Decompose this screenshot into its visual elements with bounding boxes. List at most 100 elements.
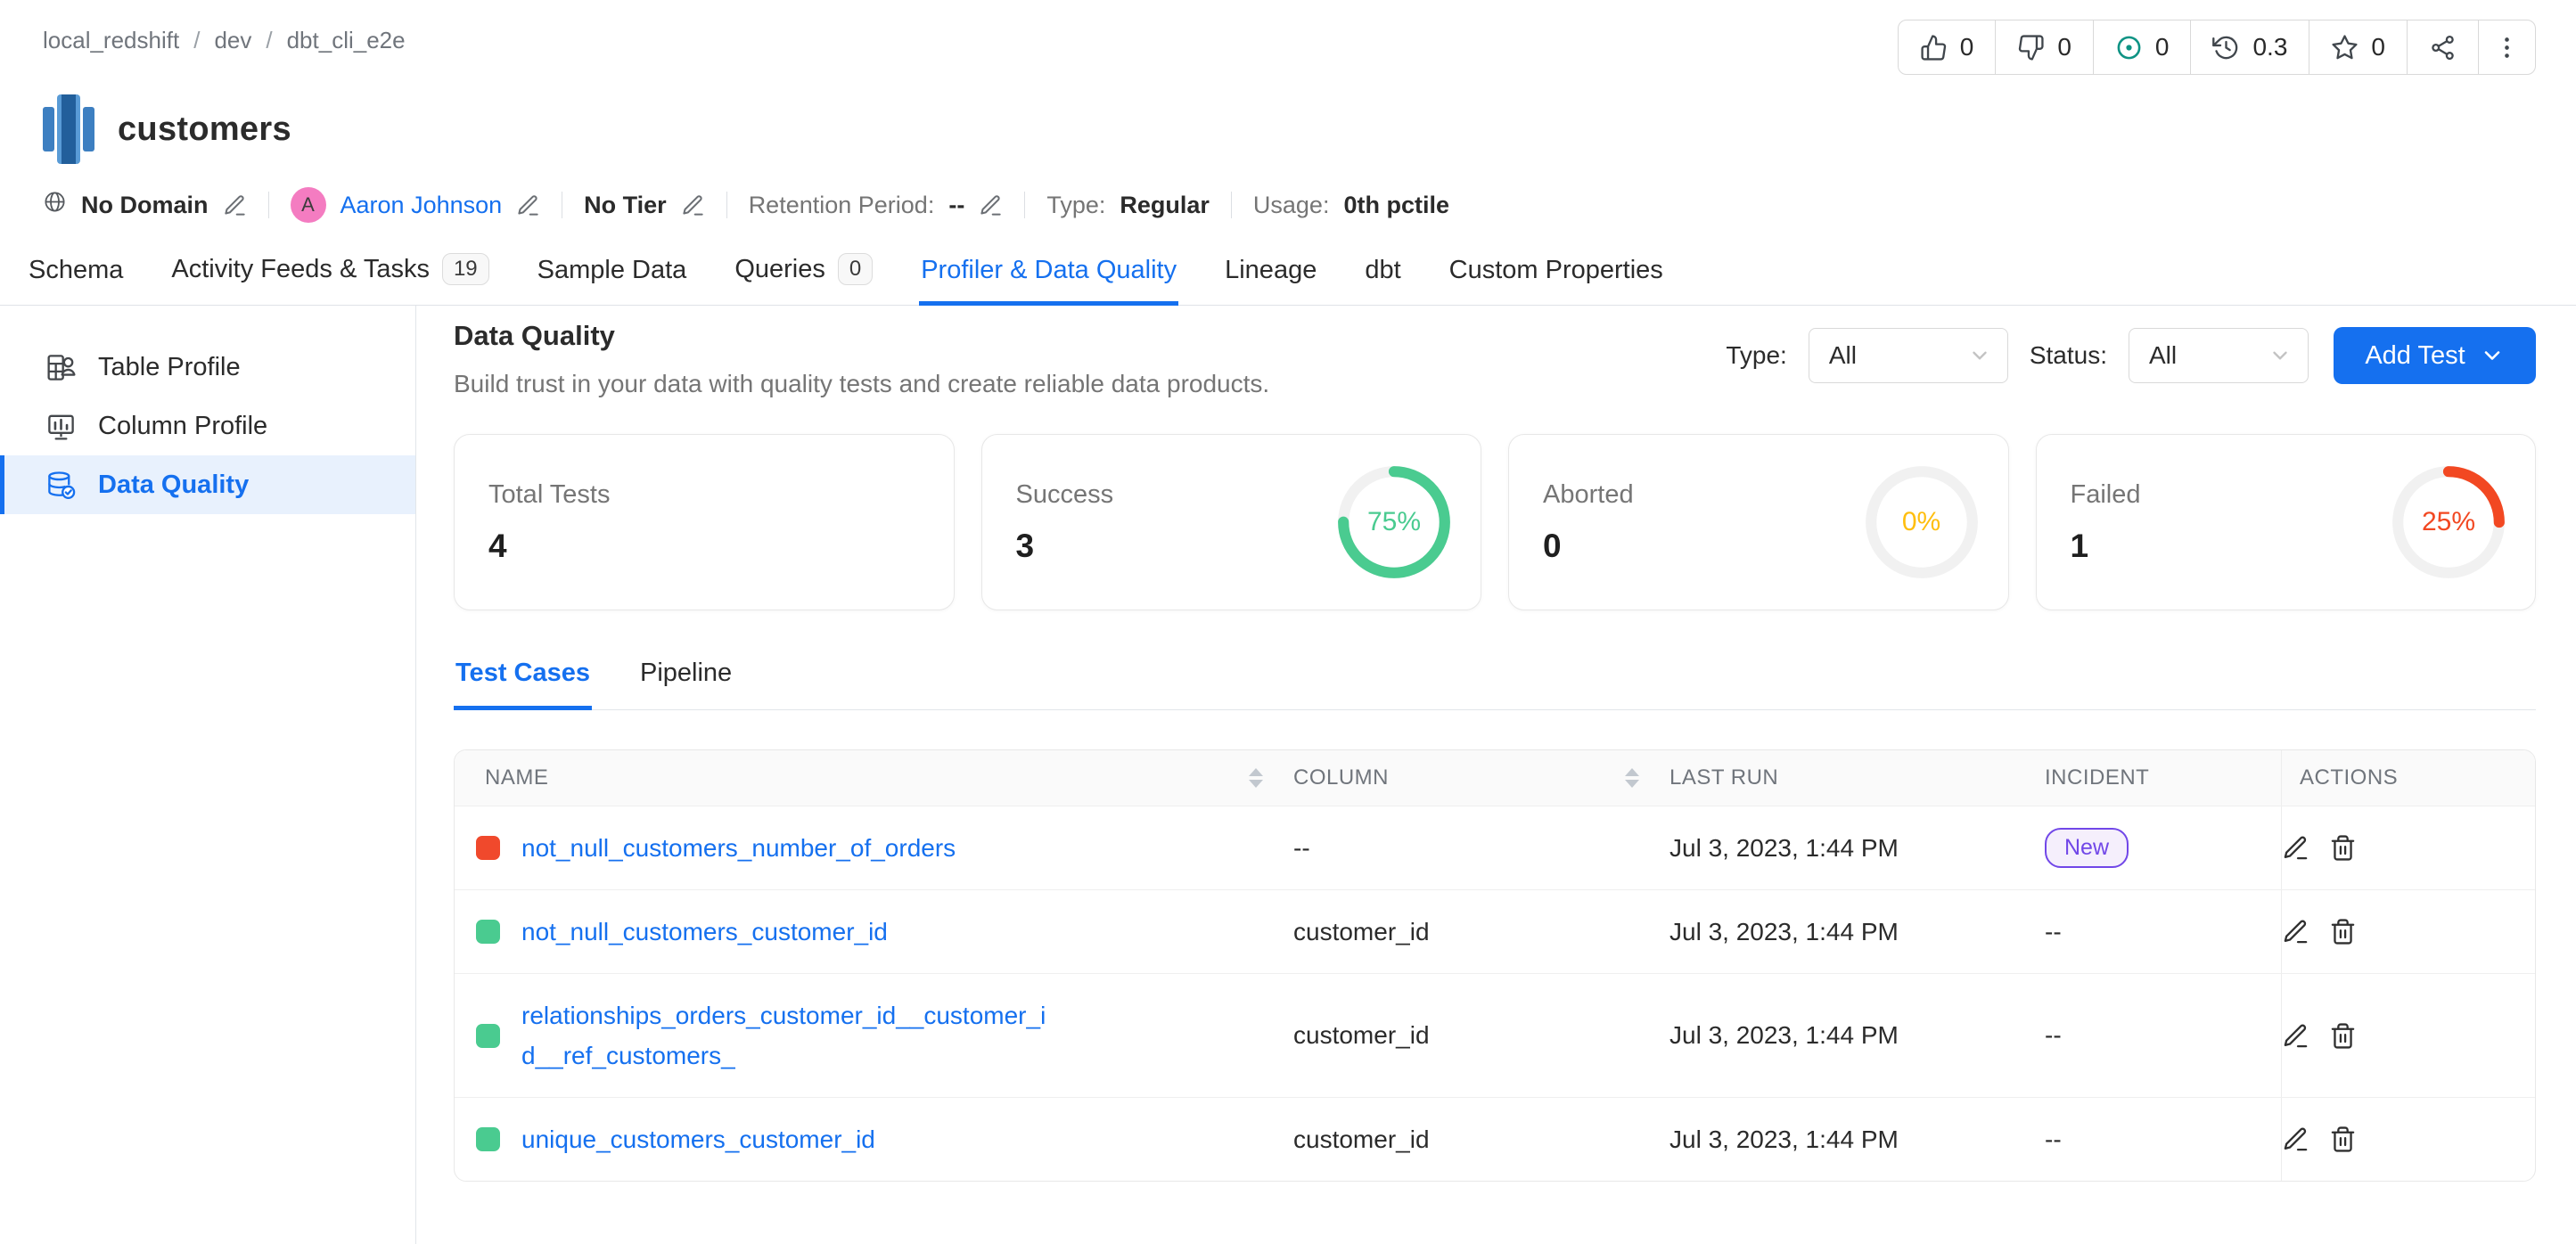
data-quality-panel: Data Quality Build trust in your data wi…	[416, 306, 2576, 1244]
delete-test-button[interactable]	[2329, 1022, 2357, 1050]
edit-test-button[interactable]	[2282, 1125, 2309, 1153]
edit-tier-button[interactable]	[681, 193, 705, 217]
column-header-column[interactable]: COLUMN	[1293, 750, 1669, 806]
retention-label: Retention Period:	[749, 192, 935, 219]
pencil-icon	[2282, 834, 2309, 862]
incident-new-badge[interactable]: New	[2045, 828, 2129, 868]
edit-retention-button[interactable]	[979, 193, 1003, 217]
sidebar-item-column-profile[interactable]: Column Profile	[0, 397, 415, 455]
trash-icon	[2329, 918, 2357, 945]
column-cell: customer_id	[1293, 1104, 1669, 1175]
sidebar-item-table-profile[interactable]: Table Profile	[0, 338, 415, 397]
edit-test-button[interactable]	[2282, 918, 2309, 945]
more-options-button[interactable]	[2478, 20, 2535, 74]
edit-test-button[interactable]	[2282, 834, 2309, 862]
pencil-icon	[516, 193, 540, 217]
test-case-link[interactable]: not_null_customers_number_of_orders	[521, 828, 956, 868]
table-body: not_null_customers_number_of_orders -- J…	[455, 806, 2535, 1181]
sidebar-item-data-quality[interactable]: Data Quality	[0, 455, 415, 514]
tab-queries[interactable]: Queries 0	[733, 246, 874, 305]
delete-test-button[interactable]	[2329, 918, 2357, 945]
panel-description: Build trust in your data with quality te…	[454, 366, 1269, 402]
kebab-menu-icon	[2493, 34, 2521, 61]
tab-dbt[interactable]: dbt	[1363, 249, 1402, 305]
incident-cell: --	[2045, 1000, 2281, 1071]
aborted-progress-ring: 0%	[1860, 461, 1983, 584]
card-label: Total Tests	[488, 480, 920, 510]
type-value: Regular	[1120, 192, 1210, 219]
breadcrumb-separator: /	[266, 27, 272, 54]
version-history-button[interactable]: 0.3	[2190, 20, 2309, 74]
column-profile-icon	[45, 411, 77, 442]
test-case-link[interactable]: not_null_customers_customer_id	[521, 912, 888, 952]
tab-schema[interactable]: Schema	[27, 249, 125, 305]
downvote-button[interactable]: 0	[1995, 20, 2093, 74]
column-header-label: LAST RUN	[1669, 765, 1778, 790]
breadcrumb-schema-link[interactable]: dbt_cli_e2e	[287, 27, 406, 54]
table-row: not_null_customers_number_of_orders -- J…	[455, 806, 2535, 889]
downvote-count: 0	[2057, 33, 2071, 61]
tab-test-cases[interactable]: Test Cases	[454, 653, 592, 709]
domain-section: No Domain	[43, 190, 247, 220]
tab-activity-feeds[interactable]: Activity Feeds & Tasks 19	[169, 246, 490, 305]
card-value: 4	[488, 528, 920, 565]
tab-lineage[interactable]: Lineage	[1223, 249, 1318, 305]
delete-test-button[interactable]	[2329, 1125, 2357, 1153]
ring-percent-label: 25%	[2387, 461, 2510, 584]
upvote-button[interactable]: 0	[1899, 20, 1996, 74]
test-case-link[interactable]: unique_customers_customer_id	[521, 1119, 875, 1159]
share-button[interactable]	[2407, 20, 2478, 74]
owner-link[interactable]: Aaron Johnson	[340, 192, 503, 219]
tab-label: Schema	[29, 256, 123, 285]
follow-star-button[interactable]: 0	[2309, 20, 2407, 74]
row-actions	[2282, 918, 2357, 945]
aborted-card: Aborted 0 0%	[1508, 434, 2009, 610]
profiler-sidebar: Table Profile Column Profile Data Qualit…	[0, 306, 416, 1244]
column-header-name[interactable]: NAME	[455, 750, 1293, 806]
tasks-button[interactable]: 0	[2093, 20, 2191, 74]
panel-heading-block: Data Quality Build trust in your data wi…	[454, 320, 1269, 402]
pencil-icon	[2282, 918, 2309, 945]
delete-test-button[interactable]	[2329, 834, 2357, 862]
edit-test-button[interactable]	[2282, 1022, 2309, 1050]
sort-icon	[1249, 768, 1263, 788]
chevron-down-icon	[1968, 344, 1991, 367]
row-actions	[2282, 1125, 2357, 1153]
add-test-button[interactable]: Add Test	[2334, 327, 2536, 384]
row-actions	[2282, 834, 2357, 862]
owner-avatar: A	[291, 187, 326, 223]
breadcrumb: local_redshift / dev / dbt_cli_e2e	[43, 27, 406, 54]
last-run-cell: Jul 3, 2023, 1:44 PM	[1669, 896, 2045, 968]
column-header-incident: INCIDENT	[2045, 750, 2281, 806]
task-target-icon	[2115, 34, 2143, 61]
sort-icon	[1625, 768, 1639, 788]
app-window: local_redshift / dev / dbt_cli_e2e 0 0 0	[0, 0, 2576, 1244]
follower-count: 0	[2371, 33, 2385, 61]
test-case-link[interactable]: relationships_orders_customer_id__custom…	[521, 995, 1056, 1076]
type-filter-select[interactable]: All	[1809, 328, 2008, 383]
tab-sample-data[interactable]: Sample Data	[536, 249, 689, 305]
tab-label: Queries	[734, 255, 825, 284]
table-row: relationships_orders_customer_id__custom…	[455, 973, 2535, 1097]
breadcrumb-database-link[interactable]: dev	[214, 27, 251, 54]
tab-custom-properties[interactable]: Custom Properties	[1448, 249, 1665, 305]
tab-count-badge: 19	[442, 253, 489, 285]
tab-pipeline[interactable]: Pipeline	[638, 653, 734, 709]
incident-cell: New	[2045, 806, 2281, 889]
breadcrumb-service-link[interactable]: local_redshift	[43, 27, 179, 54]
status-filter-select[interactable]: All	[2129, 328, 2309, 383]
last-run-cell: Jul 3, 2023, 1:44 PM	[1669, 1104, 2045, 1175]
entity-meta-row: No Domain A Aaron Johnson No Tier Retent…	[0, 164, 2576, 223]
owner-section: A Aaron Johnson	[291, 187, 541, 223]
tab-profiler-data-quality[interactable]: Profiler & Data Quality	[919, 249, 1178, 305]
edit-domain-button[interactable]	[223, 193, 247, 217]
column-cell: customer_id	[1293, 1000, 1669, 1071]
trash-icon	[2329, 1022, 2357, 1050]
divider	[1024, 192, 1025, 218]
retention-value: --	[948, 192, 964, 219]
breadcrumb-separator: /	[193, 27, 200, 54]
summary-cards: Total Tests 4 Success 3 75% Aborted 0	[454, 434, 2536, 610]
edit-owner-button[interactable]	[516, 193, 540, 217]
pencil-icon	[2282, 1022, 2309, 1050]
column-header-label: INCIDENT	[2045, 765, 2149, 790]
